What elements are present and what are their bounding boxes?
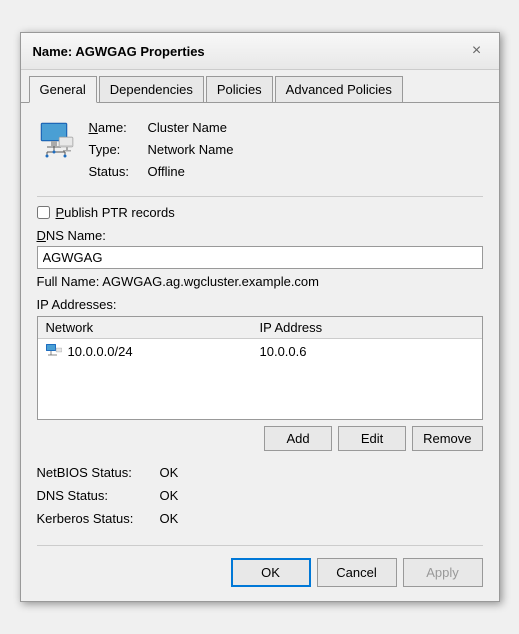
type-value: Network Name	[148, 139, 234, 161]
tab-advanced-policies[interactable]: Advanced Policies	[275, 76, 403, 103]
ip-col-header: IP Address	[260, 320, 474, 335]
network-small-icon	[46, 344, 62, 358]
footer-buttons: OK Cancel Apply	[37, 552, 483, 589]
publish-ptr-row: Publish PTR records	[37, 205, 483, 220]
dns-status-row: DNS Status: OK	[37, 484, 483, 507]
ip-table-body: 10.0.0.0/24 10.0.0.6	[38, 339, 482, 419]
type-row: Type: Network Name	[89, 139, 234, 161]
dns-status-value: OK	[160, 484, 179, 507]
remove-button[interactable]: Remove	[412, 426, 482, 451]
tab-general[interactable]: General	[29, 76, 97, 103]
network-icon	[37, 119, 77, 159]
ip-addresses-table: Network IP Address	[37, 316, 483, 420]
name-label: Name:	[89, 117, 144, 139]
publish-ptr-checkbox[interactable]	[37, 206, 50, 219]
cancel-button[interactable]: Cancel	[317, 558, 397, 587]
add-button[interactable]: Add	[264, 426, 332, 451]
status-value: Offline	[148, 161, 185, 183]
kerberos-row: Kerberos Status: OK	[37, 507, 483, 530]
ip-address-value: 10.0.0.6	[260, 344, 474, 359]
ip-table-row[interactable]: 10.0.0.0/24 10.0.0.6	[38, 341, 482, 362]
ip-network-value: 10.0.0.0/24	[46, 344, 260, 359]
name-value: Cluster Name	[148, 117, 227, 139]
dns-name-label: DNS Name:	[37, 228, 483, 243]
netbios-status-value: OK	[160, 461, 179, 484]
kerberos-status-label: Kerberos Status:	[37, 507, 152, 530]
tab-dependencies[interactable]: Dependencies	[99, 76, 204, 103]
netbios-status-label: NetBIOS Status:	[37, 461, 152, 484]
divider-1	[37, 196, 483, 197]
ok-button[interactable]: OK	[231, 558, 311, 587]
ip-addresses-label: IP Addresses:	[37, 297, 483, 312]
title-bar: Name: AGWGAG Properties ×	[21, 33, 499, 70]
status-label: Status:	[89, 161, 144, 183]
tab-policies[interactable]: Policies	[206, 76, 273, 103]
status-section: NetBIOS Status: OK DNS Status: OK Kerber…	[37, 461, 483, 531]
ip-buttons: Add Edit Remove	[37, 426, 483, 451]
publish-ptr-label: Publish PTR records	[56, 205, 175, 220]
network-col-header: Network	[46, 320, 260, 335]
netbios-row: NetBIOS Status: OK	[37, 461, 483, 484]
name-row: Name: Cluster Name	[89, 117, 234, 139]
edit-button[interactable]: Edit	[338, 426, 406, 451]
type-label: Type:	[89, 139, 144, 161]
full-name: Full Name: AGWGAG.ag.wgcluster.example.c…	[37, 274, 483, 289]
footer-divider	[37, 545, 483, 546]
close-button[interactable]: ×	[467, 41, 487, 61]
dialog-title: Name: AGWGAG Properties	[33, 44, 205, 59]
apply-button[interactable]: Apply	[403, 558, 483, 587]
resource-info: Name: Cluster Name Type: Network Name St…	[37, 117, 483, 183]
info-table: Name: Cluster Name Type: Network Name St…	[89, 117, 234, 183]
kerberos-status-value: OK	[160, 507, 179, 530]
dialog: Name: AGWGAG Properties × General Depend…	[20, 32, 500, 601]
tab-content: Name: Cluster Name Type: Network Name St…	[21, 103, 499, 600]
status-row: Status: Offline	[89, 161, 234, 183]
tab-bar: General Dependencies Policies Advanced P…	[21, 70, 499, 103]
dns-status-label: DNS Status:	[37, 484, 152, 507]
ip-table-header: Network IP Address	[38, 317, 482, 339]
dns-name-input[interactable]	[37, 246, 483, 269]
